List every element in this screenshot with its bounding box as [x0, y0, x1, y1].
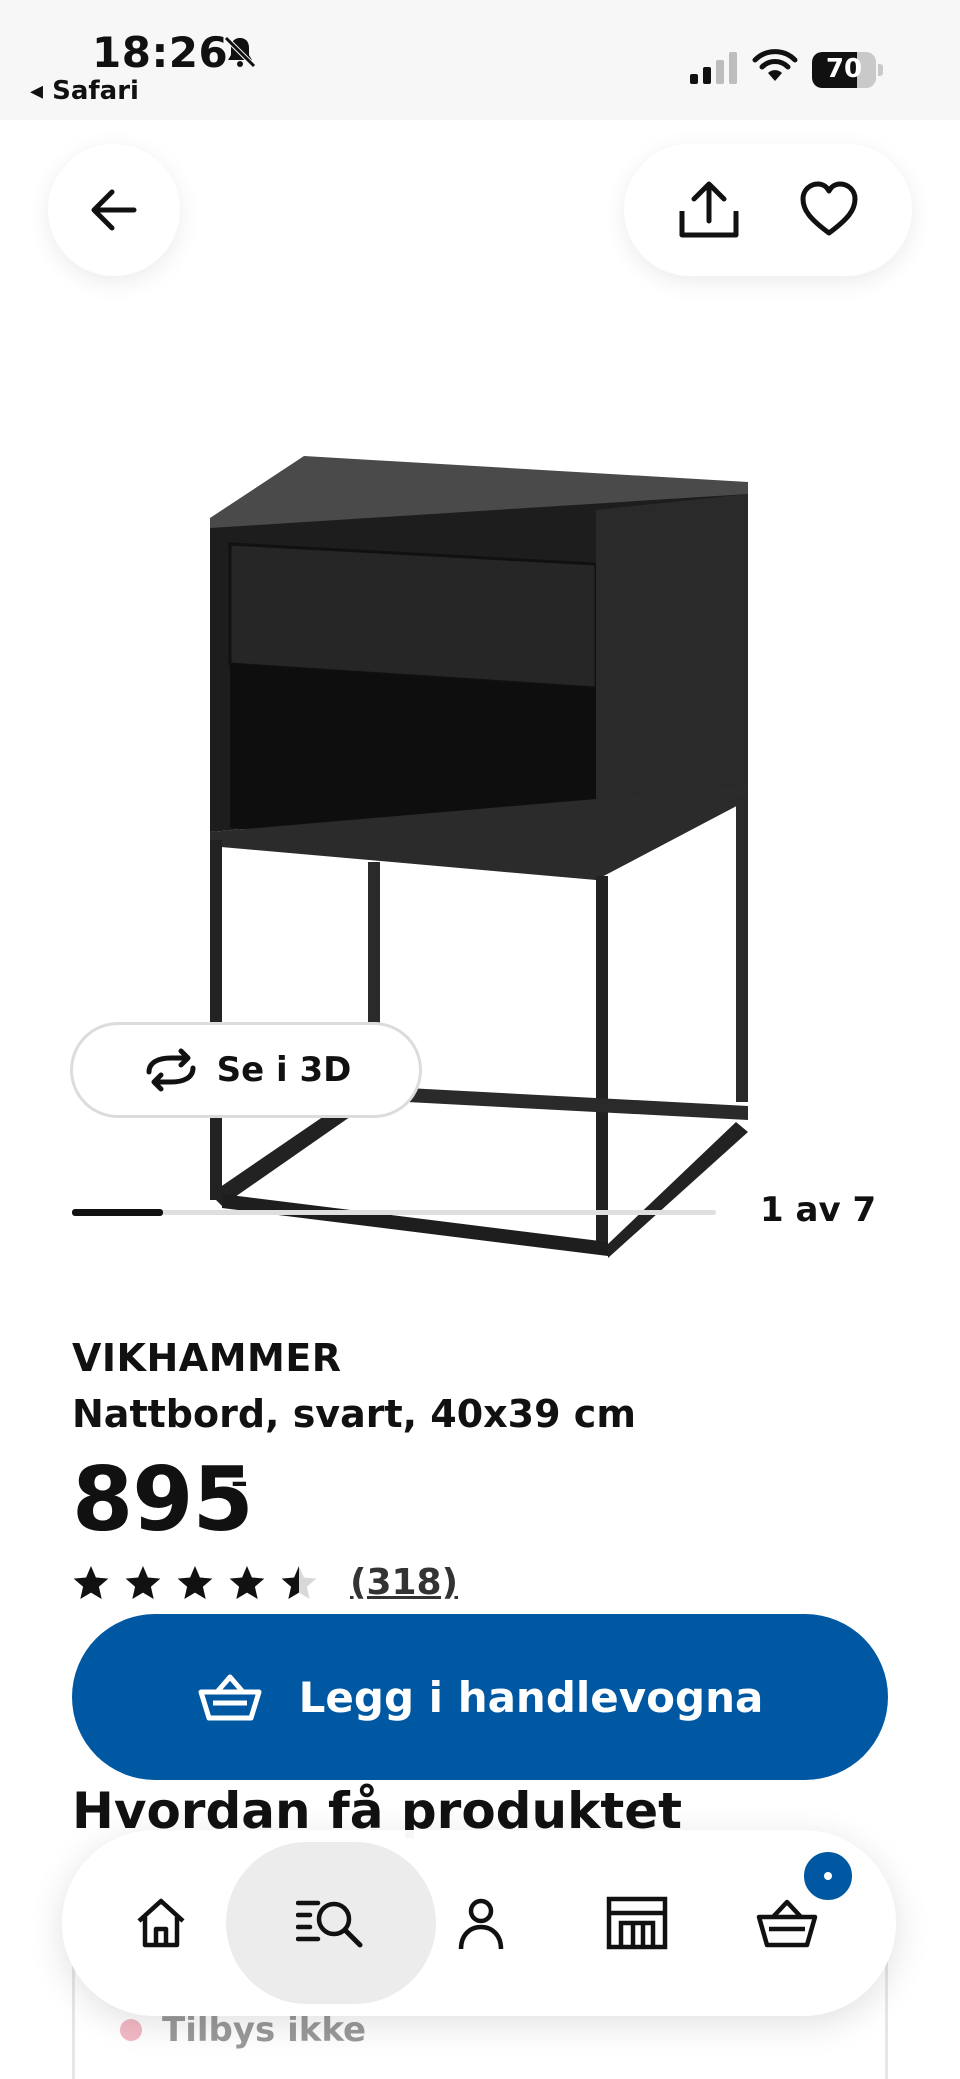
signal-icon: [690, 52, 737, 84]
cart-icon: [756, 1899, 818, 1948]
product-name: VIKHAMMER: [72, 1336, 342, 1380]
rotate-3d-icon: [146, 1048, 196, 1092]
tab-account[interactable]: [398, 1830, 564, 2016]
rating-stars: [72, 1564, 318, 1602]
share-icon[interactable]: [676, 177, 742, 243]
tab-search[interactable]: [248, 1830, 414, 2016]
heart-icon[interactable]: [798, 179, 860, 241]
wifi-icon: [752, 49, 798, 81]
home-icon: [137, 1898, 185, 1948]
store-icon: [606, 1896, 668, 1950]
price-suffix: ,–: [218, 1462, 248, 1502]
see-in-3d-button[interactable]: Se i 3D: [70, 1022, 422, 1118]
star-icon: [229, 1565, 265, 1599]
bottom-tab-bar: [62, 1830, 896, 2016]
back-to-safari[interactable]: ◂ Safari: [30, 76, 139, 106]
product-gallery[interactable]: Se i 3D: [0, 120, 960, 1258]
status-bar: 18:26 ◂ Safari 70: [0, 0, 960, 120]
tab-home[interactable]: [78, 1830, 244, 2016]
add-to-cart-button[interactable]: Legg i handlevogna: [72, 1614, 888, 1780]
product-actions: [624, 144, 912, 276]
product-description: Nattbord, svart, 40x39 cm: [72, 1392, 636, 1436]
gallery-progress-fill: [72, 1209, 164, 1216]
status-dot: [120, 2019, 142, 2041]
tab-stores[interactable]: [554, 1830, 720, 2016]
bell-muted-icon: [224, 36, 256, 68]
gallery-progress: [72, 1209, 716, 1216]
star-icon: [73, 1565, 109, 1599]
gallery-counter: 1 av 7: [760, 1190, 877, 1230]
rating[interactable]: (318): [72, 1562, 458, 1603]
cart-badge: [800, 1848, 856, 1904]
star-icon: [281, 1565, 317, 1599]
review-count-link[interactable]: (318): [350, 1562, 458, 1603]
availability-label: Tilbys ikke: [162, 2010, 367, 2050]
battery-indicator: 70: [812, 52, 884, 88]
basket-icon: [198, 1674, 262, 1721]
availability-status: Tilbys ikke: [120, 2010, 366, 2050]
status-time: 18:26: [92, 28, 229, 77]
back-button[interactable]: [48, 144, 180, 276]
star-icon: [125, 1565, 161, 1599]
account-icon: [458, 1898, 504, 1950]
star-icon: [177, 1565, 213, 1599]
battery-percent: 70: [825, 54, 863, 84]
see-in-3d-label: Se i 3D: [216, 1050, 352, 1090]
search-icon: [296, 1900, 363, 1948]
arrow-left-icon: [91, 189, 137, 231]
add-to-cart-label: Legg i handlevogna: [298, 1672, 764, 1722]
